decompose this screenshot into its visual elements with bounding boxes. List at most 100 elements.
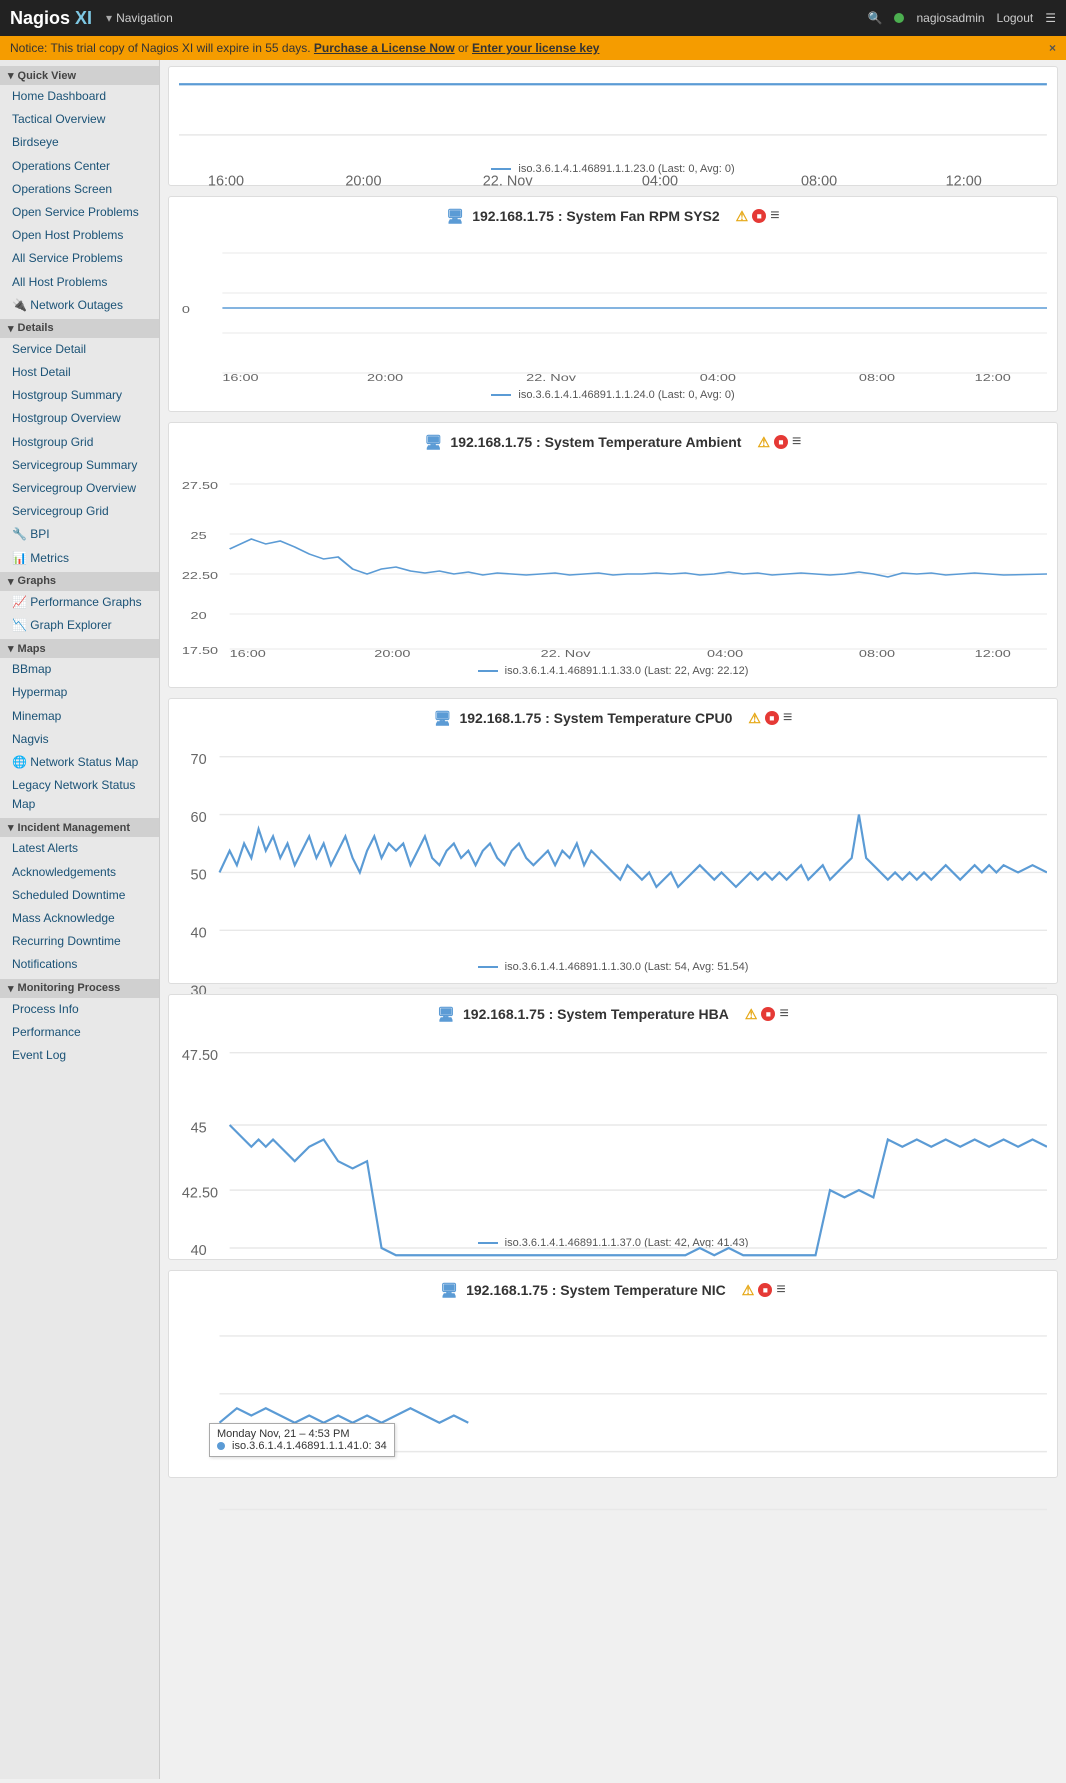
svg-text:04:00: 04:00 xyxy=(642,173,678,189)
monitoring-title: Monitoring Process xyxy=(18,982,121,994)
sidebar-item-all-service-problems[interactable]: All Service Problems xyxy=(0,247,159,270)
sidebar-item-home-dashboard[interactable]: Home Dashboard xyxy=(0,85,159,108)
sidebar-item-legacy-network-status-map[interactable]: Legacy Network Status Map xyxy=(0,774,159,816)
sidebar-item-servicegroup-grid[interactable]: Servicegroup Grid xyxy=(0,500,159,523)
sidebar-item-network-outages[interactable]: 🔌 Network Outages xyxy=(0,294,159,317)
chart-legend-temp-ambient: iso.3.6.1.4.1.46891.1.1.33.0 (Last: 22, … xyxy=(179,665,1047,677)
chart-area-fan-rpm-top: 16:00 20:00 22. Nov 04:00 08:00 12:00 xyxy=(179,77,1047,157)
sidebar-item-birdseye[interactable]: Birdseye xyxy=(0,131,159,154)
incident-section[interactable]: ▾ Incident Management xyxy=(0,818,159,837)
navigation-link[interactable]: Navigation xyxy=(116,11,173,25)
svg-text:45: 45 xyxy=(191,1120,207,1136)
sidebar-item-hostgroup-summary[interactable]: Hostgroup Summary xyxy=(0,384,159,407)
sidebar-item-all-host-problems[interactable]: All Host Problems xyxy=(0,271,159,294)
warning-icon-cpu0[interactable]: ⚠ xyxy=(748,710,761,727)
sidebar-item-metrics[interactable]: 📊 Metrics xyxy=(0,547,159,570)
chart-header-temp-nic: 🖥 192.168.1.75 : System Temperature NIC … xyxy=(179,1281,1047,1299)
tooltip-date: Monday Nov, 21 – 4:53 PM xyxy=(217,1428,387,1440)
graphs-title: Graphs xyxy=(18,575,57,587)
svg-text:42.50: 42.50 xyxy=(182,1185,218,1201)
chart-menu-icon-hba[interactable]: ≡ xyxy=(779,1005,788,1023)
stop-icon-hba[interactable]: ⏹ xyxy=(761,1007,775,1021)
monitoring-chevron: ▾ xyxy=(8,982,14,995)
sidebar-item-recurring-downtime[interactable]: Recurring Downtime xyxy=(0,930,159,953)
chart-menu-icon-ambient[interactable]: ≡ xyxy=(792,433,801,451)
details-section[interactable]: ▾ Details xyxy=(0,319,159,338)
search-icon[interactable]: 🔍 xyxy=(868,11,883,25)
stop-icon-cpu0[interactable]: ⏹ xyxy=(765,711,779,725)
sidebar-item-operations-center[interactable]: Operations Center xyxy=(0,155,159,178)
sidebar-item-minemap[interactable]: Minemap xyxy=(0,705,159,728)
maps-section[interactable]: ▾ Maps xyxy=(0,639,159,658)
purchase-link[interactable]: Purchase a License Now xyxy=(314,41,455,55)
warning-icon-ambient[interactable]: ⚠ xyxy=(757,434,770,451)
main-content: 16:00 20:00 22. Nov 04:00 08:00 12:00 is… xyxy=(160,60,1066,1779)
stop-icon-nic[interactable]: ⏹ xyxy=(758,1283,772,1297)
hamburger-icon[interactable]: ☰ xyxy=(1045,11,1056,25)
sidebar-item-latest-alerts[interactable]: Latest Alerts xyxy=(0,837,159,860)
sidebar-item-network-status-map[interactable]: 🌐 Network Status Map xyxy=(0,751,159,774)
logout-button[interactable]: Logout xyxy=(997,11,1034,25)
stop-icon[interactable]: ⏹ xyxy=(752,209,766,223)
warning-icon-nic[interactable]: ⚠ xyxy=(742,1282,755,1299)
svg-text:20:00: 20:00 xyxy=(367,372,403,383)
svg-text:47.50: 47.50 xyxy=(182,1048,218,1064)
chart-action-icons-hba: ⚠ ⏹ ≡ xyxy=(745,1005,789,1023)
sidebar-item-operations-screen[interactable]: Operations Screen xyxy=(0,178,159,201)
sidebar-item-bpi[interactable]: 🔧 BPI xyxy=(0,523,159,546)
svg-text:25: 25 xyxy=(191,530,207,541)
sidebar-item-tactical-overview[interactable]: Tactical Overview xyxy=(0,108,159,131)
details-title: Details xyxy=(18,322,54,334)
warning-icon[interactable]: ⚠ xyxy=(736,208,749,225)
sidebar-item-nagvis[interactable]: Nagvis xyxy=(0,728,159,751)
sidebar-item-servicegroup-overview[interactable]: Servicegroup Overview xyxy=(0,477,159,500)
sidebar-item-event-log[interactable]: Event Log xyxy=(0,1044,159,1067)
chart-tooltip-nic: Monday Nov, 21 – 4:53 PM iso.3.6.1.4.1.4… xyxy=(209,1423,395,1457)
chart-title-temp-hba: 192.168.1.75 : System Temperature HBA xyxy=(463,1006,729,1022)
sidebar-item-hostgroup-grid[interactable]: Hostgroup Grid xyxy=(0,431,159,454)
sidebar-item-bbmap[interactable]: BBmap xyxy=(0,658,159,681)
sidebar-item-host-detail[interactable]: Host Detail xyxy=(0,361,159,384)
nav-chevron: ▾ xyxy=(106,11,112,25)
stop-icon-ambient[interactable]: ⏹ xyxy=(774,435,788,449)
sidebar-item-service-detail[interactable]: Service Detail xyxy=(0,338,159,361)
license-link[interactable]: Enter your license key xyxy=(472,41,599,55)
quick-view-section[interactable]: ▾ Quick View xyxy=(0,66,159,85)
chart-menu-icon-cpu0[interactable]: ≡ xyxy=(783,709,792,727)
sidebar-item-servicegroup-summary[interactable]: Servicegroup Summary xyxy=(0,454,159,477)
warning-icon-hba[interactable]: ⚠ xyxy=(745,1006,758,1023)
chart-menu-icon[interactable]: ≡ xyxy=(770,207,779,225)
chart-action-icons-cpu0: ⚠ ⏹ ≡ xyxy=(748,709,792,727)
chart-card-fan-rpm-sys2: 🖥 192.168.1.75 : System Fan RPM SYS2 ⚠ ⏹… xyxy=(168,196,1058,412)
sidebar-item-hypermap[interactable]: Hypermap xyxy=(0,681,159,704)
svg-text:08:00: 08:00 xyxy=(801,173,837,189)
host-icon-ambient: 🖥 xyxy=(425,434,443,451)
sidebar-item-notifications[interactable]: Notifications xyxy=(0,953,159,976)
sidebar-item-hostgroup-overview[interactable]: Hostgroup Overview xyxy=(0,407,159,430)
chart-header-fan-rpm-sys2: 🖥 192.168.1.75 : System Fan RPM SYS2 ⚠ ⏹… xyxy=(179,207,1047,225)
chart-legend-fan-rpm-sys2: iso.3.6.1.4.1.46891.1.1.24.0 (Last: 0, A… xyxy=(179,389,1047,401)
sidebar-item-performance-graphs[interactable]: 📈 Performance Graphs xyxy=(0,591,159,614)
maps-title: Maps xyxy=(18,643,46,655)
sidebar-item-mass-acknowledge[interactable]: Mass Acknowledge xyxy=(0,907,159,930)
sidebar-item-acknowledgements[interactable]: Acknowledgements xyxy=(0,861,159,884)
chart-container-temp-nic: 🖥 192.168.1.75 : System Temperature NIC … xyxy=(168,1270,1058,1478)
notice-close-button[interactable]: × xyxy=(1049,41,1056,55)
sidebar-item-open-host-problems[interactable]: Open Host Problems xyxy=(0,224,159,247)
graphs-chevron: ▾ xyxy=(8,575,14,588)
sidebar-item-open-service-problems[interactable]: Open Service Problems xyxy=(0,201,159,224)
chart-title-temp-cpu0: 192.168.1.75 : System Temperature CPU0 xyxy=(459,710,732,726)
monitoring-section[interactable]: ▾ Monitoring Process xyxy=(0,979,159,998)
chart-menu-icon-nic[interactable]: ≡ xyxy=(776,1281,785,1299)
user-label[interactable]: nagiosadmin xyxy=(916,11,984,25)
notice-or: or xyxy=(458,41,472,55)
svg-text:0: 0 xyxy=(182,304,190,315)
sidebar-item-graph-explorer[interactable]: 📉 Graph Explorer xyxy=(0,614,159,637)
chart-action-icons-nic: ⚠ ⏹ ≡ xyxy=(742,1281,786,1299)
chart-action-icons: ⚠ ⏹ ≡ xyxy=(736,207,780,225)
sidebar-item-performance[interactable]: Performance xyxy=(0,1021,159,1044)
graphs-section[interactable]: ▾ Graphs xyxy=(0,572,159,591)
sidebar-item-process-info[interactable]: Process Info xyxy=(0,998,159,1021)
sidebar-item-scheduled-downtime[interactable]: Scheduled Downtime xyxy=(0,884,159,907)
host-icon-nic: 🖥 xyxy=(440,1282,458,1299)
